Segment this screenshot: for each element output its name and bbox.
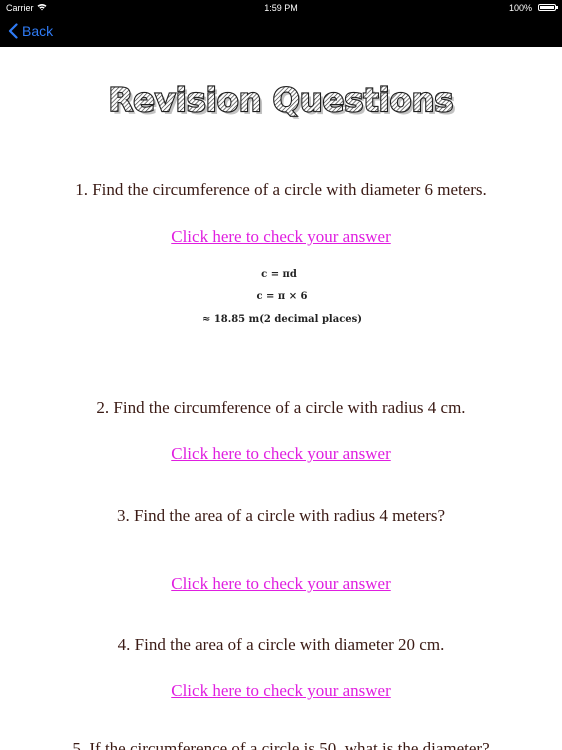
- back-button[interactable]: Back: [8, 21, 53, 41]
- answer-working-line-2: c = π × 6: [256, 291, 308, 302]
- question-3: 3. Find the area of a circle with radius…: [116, 506, 446, 525]
- page-title: Revision Questions Revision Questions: [0, 70, 562, 140]
- check-answer-link-2[interactable]: Click here to check your answer: [0, 444, 562, 464]
- back-label: Back: [22, 23, 54, 39]
- check-answer-link-1[interactable]: Click here to check your answer: [0, 227, 562, 247]
- page-title-text: Revision Questions: [109, 81, 454, 119]
- status-time: 1:59 PM: [264, 3, 298, 13]
- battery-icon: [538, 4, 558, 11]
- answer-working-line-1: c = πd: [261, 269, 297, 280]
- question-4: 4. Find the area of a circle with diamet…: [117, 635, 445, 654]
- question-5: 5. If the circumference of a circle is 5…: [72, 739, 490, 750]
- question-1: 1. Find the circumference of a circle wi…: [75, 180, 487, 199]
- top-bar: Carrier 1:59 PM 100% Back: [0, 0, 562, 47]
- question-2: 2. Find the circumference of a circle wi…: [96, 398, 466, 417]
- chevron-left-icon: [8, 23, 18, 39]
- svg-text:Revision Questions: Revision Questions: [109, 81, 454, 119]
- check-answer-link-4[interactable]: Click here to check your answer: [0, 681, 562, 701]
- battery-percentage: 100%: [508, 3, 532, 13]
- answer-working-line-3: ≈ 18.85 m(2 decimal places): [201, 314, 363, 325]
- check-answer-link-3[interactable]: Click here to check your answer: [0, 574, 562, 594]
- screen: Carrier 1:59 PM 100% Back Revision Quest…: [0, 0, 562, 750]
